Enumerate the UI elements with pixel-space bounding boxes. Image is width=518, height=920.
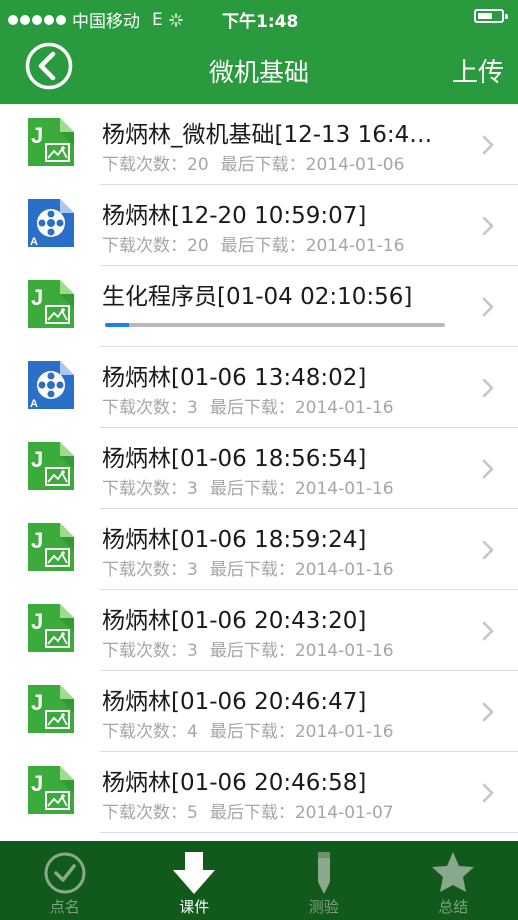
signal-strength-icon xyxy=(8,14,66,25)
j-image-file-icon xyxy=(24,764,76,816)
check-circle-icon xyxy=(44,852,86,894)
upload-button[interactable]: 上传 xyxy=(452,52,504,89)
file-meta: 下载次数：20 最后下载：2014-01-06 xyxy=(102,150,404,175)
download-count: 下载次数：3 xyxy=(102,479,198,499)
tab-label: 总结 xyxy=(438,898,469,916)
page-title: 微机基础 xyxy=(208,58,309,87)
chevron-right-icon xyxy=(482,621,494,641)
j-image-file-icon xyxy=(24,116,76,168)
file-row[interactable] xyxy=(0,833,518,841)
last-download-date: 最后下载：2014-01-16 xyxy=(209,479,394,499)
file-list: 杨炳林_微机基础[12-13 16:4… 下载次数：20 最后下载：2014-01-… xyxy=(0,104,518,841)
file-row[interactable]: 杨炳林_微机基础[12-13 16:4… 下载次数：20 最后下载：2014-01-… xyxy=(0,104,518,185)
last-download-date: 最后下载：2014-01-16 xyxy=(209,641,394,661)
file-meta: 下载次数：20 最后下载：2014-01-16 xyxy=(102,231,404,256)
last-download-date: 最后下载：2014-01-16 xyxy=(209,398,394,418)
file-row[interactable]: 杨炳林[01-06 20:43:20] 下载次数：3 最后下载：2014-01-16 xyxy=(0,590,518,671)
tab-bar: 点名 课件 测验 总结 xyxy=(0,841,518,920)
tab-label: 测验 xyxy=(308,898,339,916)
activity-spinner-icon xyxy=(168,12,183,27)
tab-label: 课件 xyxy=(179,898,210,916)
file-title: 生化程序员[01-04 02:10:56] xyxy=(102,284,413,310)
download-count: 下载次数：3 xyxy=(102,398,198,418)
j-image-file-icon xyxy=(24,440,76,492)
file-meta: 下载次数：3 最后下载：2014-01-16 xyxy=(102,555,394,580)
chevron-right-icon xyxy=(482,378,494,398)
download-count: 下载次数：3 xyxy=(102,641,198,661)
video-reel-file-icon xyxy=(24,197,76,249)
chevron-right-icon xyxy=(482,216,494,236)
file-meta: 下载次数：5 最后下载：2014-01-07 xyxy=(102,798,394,823)
file-meta: 下载次数：3 最后下载：2014-01-16 xyxy=(102,636,394,661)
file-title: 杨炳林[12-20 10:59:07] xyxy=(102,203,367,229)
last-download-date: 最后下载：2014-01-16 xyxy=(209,560,394,580)
pencil-icon xyxy=(317,852,330,894)
j-image-file-icon xyxy=(24,521,76,573)
last-download-date: 最后下载：2014-01-16 xyxy=(220,236,405,256)
network-type-label: E xyxy=(152,9,163,30)
chevron-right-icon xyxy=(482,459,494,479)
last-download-date: 最后下载：2014-01-06 xyxy=(220,155,405,175)
chevron-right-icon xyxy=(482,135,494,155)
tab-courseware[interactable]: 课件 xyxy=(130,841,260,920)
star-icon xyxy=(432,852,475,892)
download-progress-fill xyxy=(105,323,129,327)
file-meta: 下载次数：4 最后下载：2014-01-16 xyxy=(102,717,394,742)
status-left: 中国移动 E xyxy=(8,7,183,32)
tab-label: 点名 xyxy=(49,898,80,916)
battery-icon xyxy=(474,9,508,23)
tab-roll-call[interactable]: 点名 xyxy=(0,841,130,920)
chevron-right-icon xyxy=(482,297,494,317)
carrier-label: 中国移动 xyxy=(72,12,140,32)
tab-quiz[interactable]: 测验 xyxy=(259,841,389,920)
download-progress-bar xyxy=(105,323,445,327)
j-image-file-icon xyxy=(24,683,76,735)
chevron-right-icon xyxy=(482,702,494,722)
file-title: 杨炳林[01-06 20:46:58] xyxy=(102,770,367,796)
file-row[interactable]: 杨炳林[01-06 20:46:58] 下载次数：5 最后下载：2014-01-07 xyxy=(0,752,518,833)
battery-level xyxy=(478,13,492,19)
chevron-right-icon xyxy=(482,540,494,560)
file-row[interactable]: 生化程序员[01-04 02:10:56] xyxy=(0,266,518,347)
file-meta: 下载次数：3 最后下载：2014-01-16 xyxy=(102,393,394,418)
file-row[interactable]: 杨炳林[12-20 10:59:07] 下载次数：20 最后下载：2014-01-1… xyxy=(0,185,518,266)
file-row[interactable]: 杨炳林[01-06 13:48:02] 下载次数：3 最后下载：2014-01-16 xyxy=(0,347,518,428)
last-download-date: 最后下载：2014-01-07 xyxy=(209,803,394,823)
status-bar: 中国移动 E 下午1:48 xyxy=(0,0,518,34)
download-count: 下载次数：20 xyxy=(102,155,209,175)
file-row[interactable]: 杨炳林[01-06 18:59:24] 下载次数：3 最后下载：2014-01-16 xyxy=(0,509,518,590)
download-count: 下载次数：20 xyxy=(102,236,209,256)
file-title: 杨炳林[01-06 13:48:02] xyxy=(102,365,367,391)
file-row[interactable]: 杨炳林[01-06 18:56:54] 下载次数：3 最后下载：2014-01-16 xyxy=(0,428,518,509)
file-title: 杨炳林[01-06 20:46:47] xyxy=(102,689,367,715)
file-title: 杨炳林[01-06 18:56:54] xyxy=(102,446,367,472)
download-count: 下载次数：3 xyxy=(102,560,198,580)
file-title: 杨炳林[01-06 18:59:24] xyxy=(102,527,367,553)
file-meta: 下载次数：3 最后下载：2014-01-16 xyxy=(102,474,394,499)
download-count: 下载次数：4 xyxy=(102,722,198,742)
download-arrow-icon xyxy=(173,852,216,894)
file-title: 杨炳林_微机基础[12-13 16:4… xyxy=(102,122,433,148)
last-download-date: 最后下载：2014-01-16 xyxy=(209,722,394,742)
status-time: 下午1:48 xyxy=(222,12,299,32)
video-reel-file-icon xyxy=(24,359,76,411)
download-count: 下载次数：5 xyxy=(102,803,198,823)
file-row[interactable]: 杨炳林[01-06 20:46:47] 下载次数：4 最后下载：2014-01-16 xyxy=(0,671,518,752)
tab-summary[interactable]: 总结 xyxy=(389,841,518,920)
file-title: 杨炳林[01-06 20:43:20] xyxy=(102,608,367,634)
j-image-file-icon xyxy=(24,278,76,330)
j-image-file-icon xyxy=(24,602,76,654)
nav-bar: 微机基础 上传 xyxy=(0,34,518,104)
chevron-right-icon xyxy=(482,783,494,803)
